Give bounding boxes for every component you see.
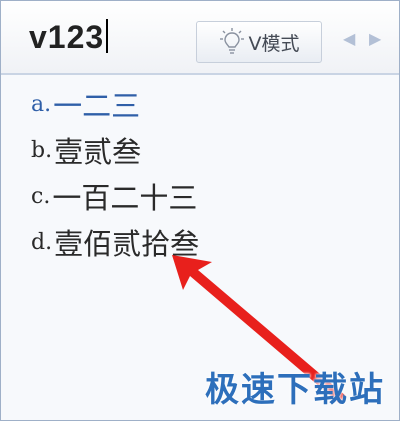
- next-page-icon[interactable]: ▶: [369, 29, 381, 49]
- v-mode-button[interactable]: V模式: [196, 21, 322, 63]
- candidate-index: c.: [31, 183, 51, 209]
- candidate-index: b.: [31, 137, 53, 163]
- candidate-text: 壹贰叁: [54, 135, 142, 169]
- candidate-index: d.: [31, 229, 53, 255]
- text-caret: [106, 19, 109, 53]
- ime-candidate-window: v123 V模式 ◀ ▶ a. 一二三 b. 壹贰叁 c. 一百二十三 d. 壹…: [0, 0, 400, 421]
- prev-page-icon[interactable]: ◀: [343, 29, 355, 49]
- candidate-item-c[interactable]: c. 一百二十三: [31, 173, 199, 219]
- v-mode-label: V模式: [248, 32, 300, 55]
- candidate-item-b[interactable]: b. 壹贰叁: [31, 127, 199, 173]
- candidate-text: 壹佰贰拾叁: [54, 227, 200, 261]
- candidate-text: 一百二十三: [52, 181, 198, 215]
- candidate-list: a. 一二三 b. 壹贰叁 c. 一百二十三 d. 壹佰贰拾叁: [31, 81, 199, 265]
- candidate-index: a.: [31, 91, 52, 117]
- composition-text[interactable]: v123: [29, 19, 109, 56]
- candidate-item-a[interactable]: a. 一二三: [31, 81, 199, 127]
- watermark-logo: 极速下载站: [205, 370, 385, 410]
- candidate-text: 一二三: [53, 89, 141, 123]
- composition-value: v123: [29, 19, 105, 55]
- lightbulb-icon: [219, 28, 244, 54]
- candidate-item-d[interactable]: d. 壹佰贰拾叁: [31, 219, 199, 265]
- input-bar: v123 V模式 ◀ ▶: [1, 1, 399, 75]
